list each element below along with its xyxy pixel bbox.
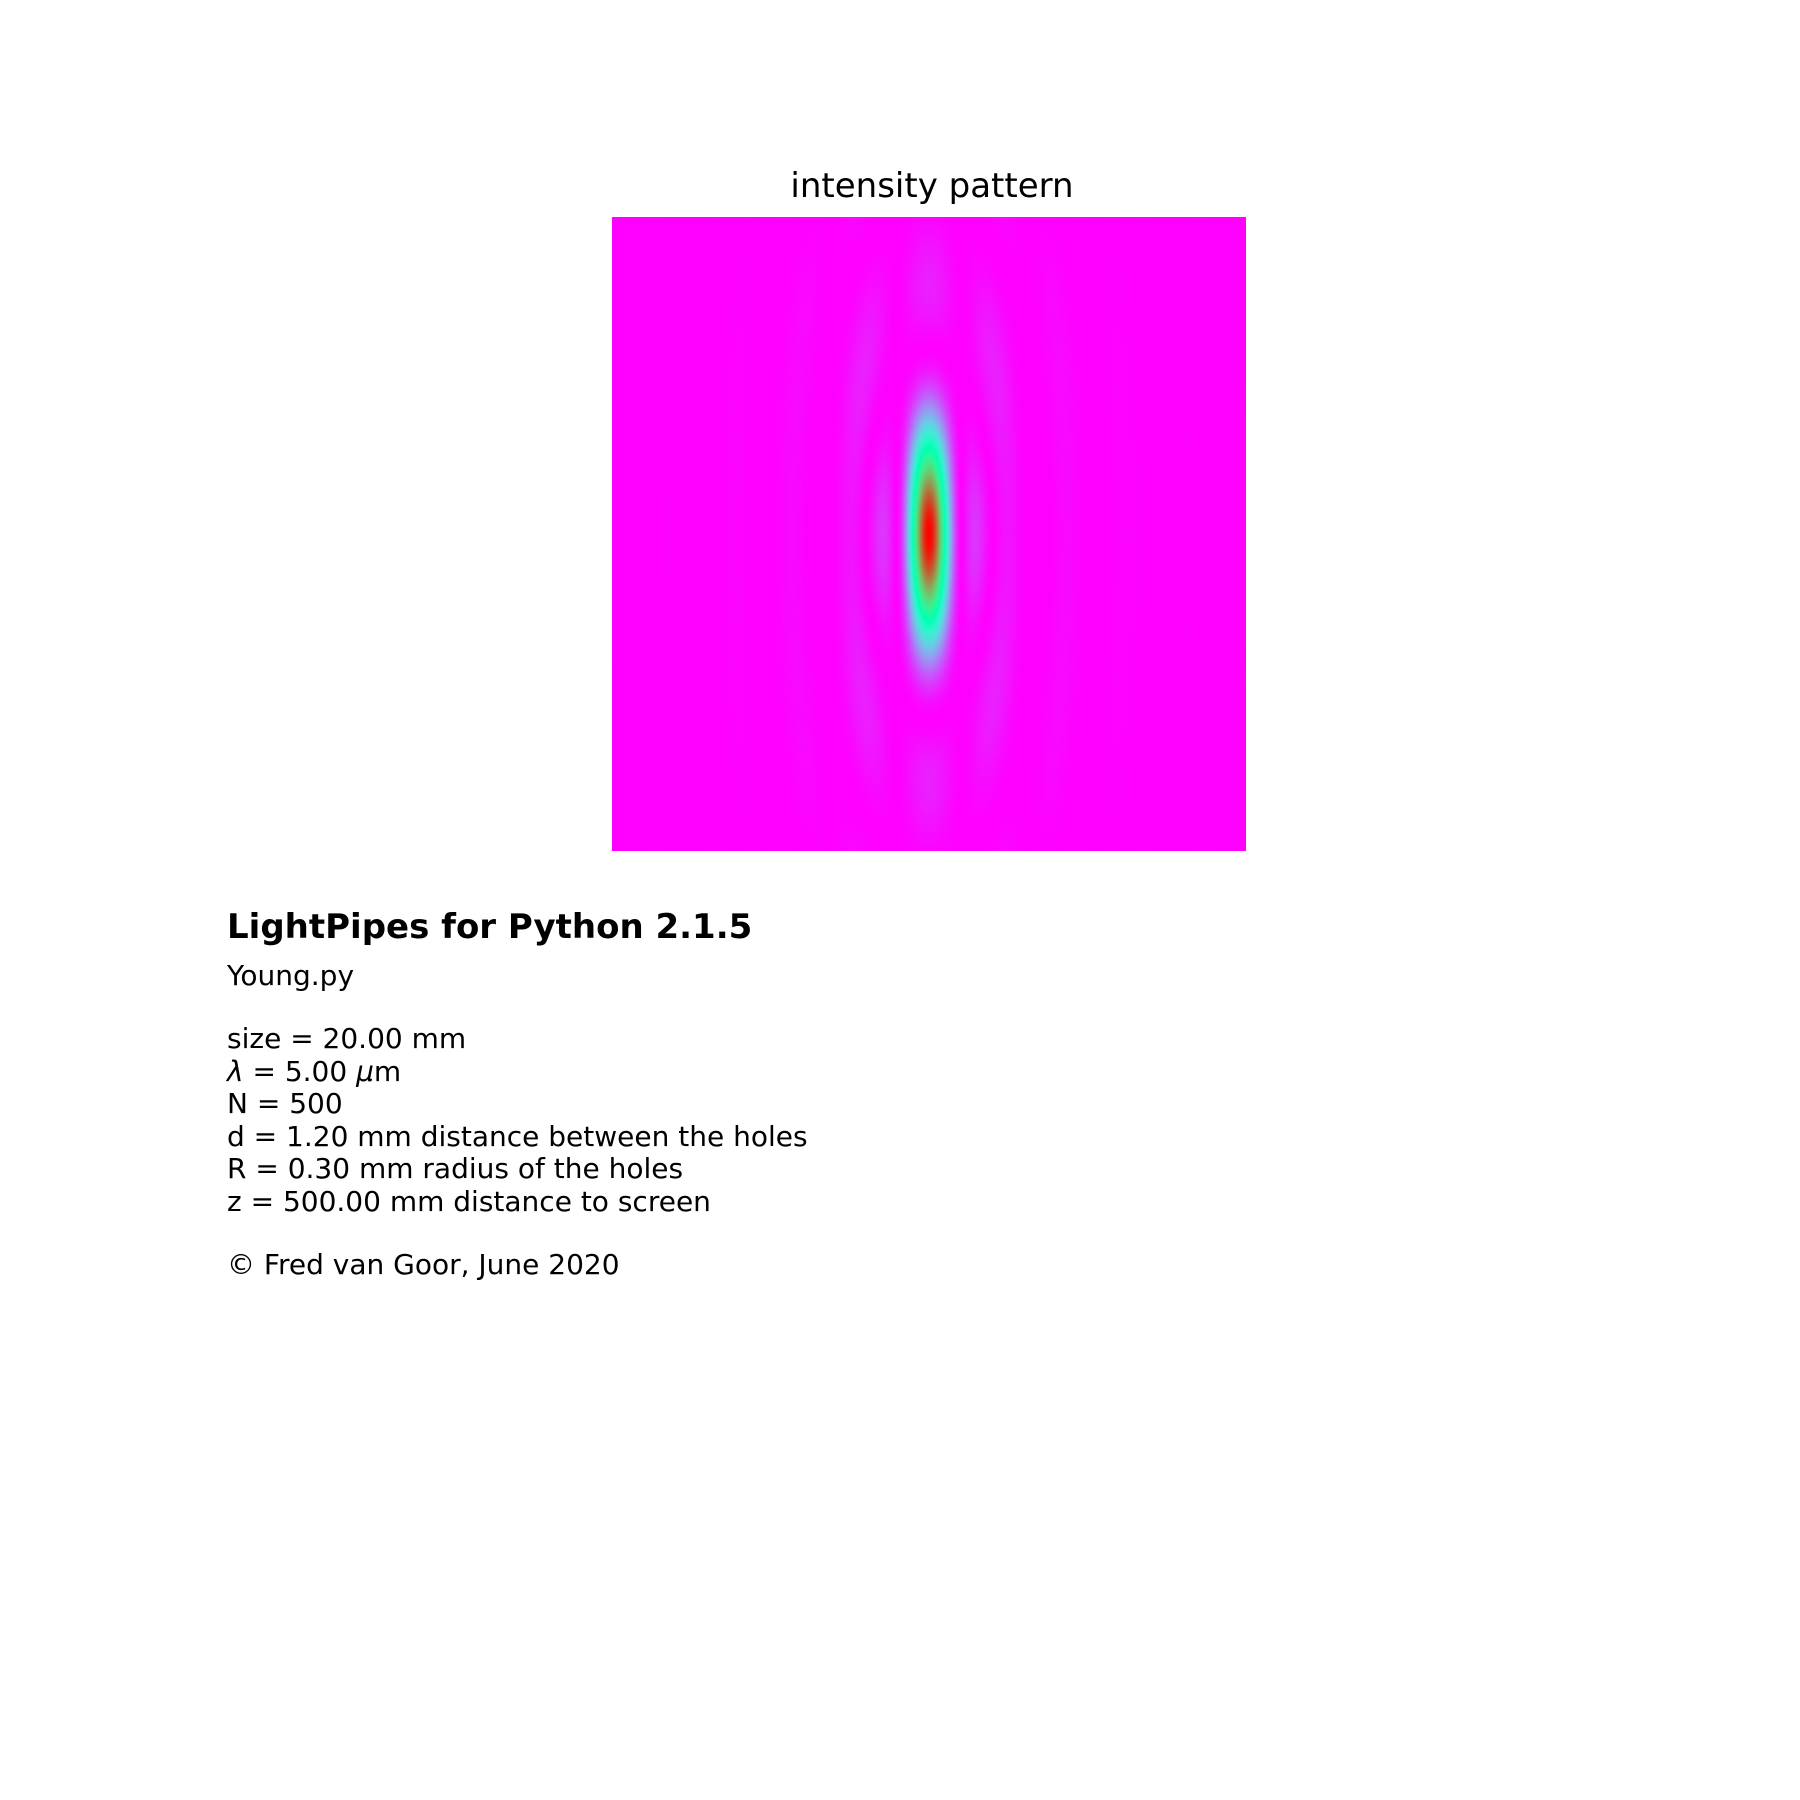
info-panel: LightPipes for Python 2.1.5 Young.py siz… (227, 905, 1327, 1282)
script-name: Young.py (227, 959, 355, 992)
copyright-notice: © Fred van Goor, June 2020 (227, 1248, 620, 1281)
plot-title: intensity pattern (790, 166, 1074, 206)
figure: intensity pattern LightPipes for Python … (0, 0, 1800, 1800)
param-r: R = 0.30 mm radius of the holes (227, 1152, 684, 1185)
param-wavelength: λ = 5.00 μm (227, 1054, 1327, 1089)
mu-symbol: μ (356, 1054, 374, 1088)
param-z: z = 500.00 mm distance to screen (227, 1184, 711, 1218)
wavelength-unit: m (373, 1054, 402, 1088)
lambda-symbol: λ (227, 1054, 244, 1088)
param-size: size = 20.00 mm (227, 1022, 467, 1055)
parameter-list: size = 20.00 mm λ = 5.00 μm N = 500 d = … (227, 1022, 1327, 1218)
wavelength-value: = 5.00 (243, 1054, 357, 1088)
intensity-heatmap (612, 217, 1246, 851)
param-d: d = 1.20 mm distance between the holes (227, 1119, 808, 1153)
param-n: N = 500 (227, 1087, 343, 1120)
info-heading: LightPipes for Python 2.1.5 (227, 907, 753, 947)
